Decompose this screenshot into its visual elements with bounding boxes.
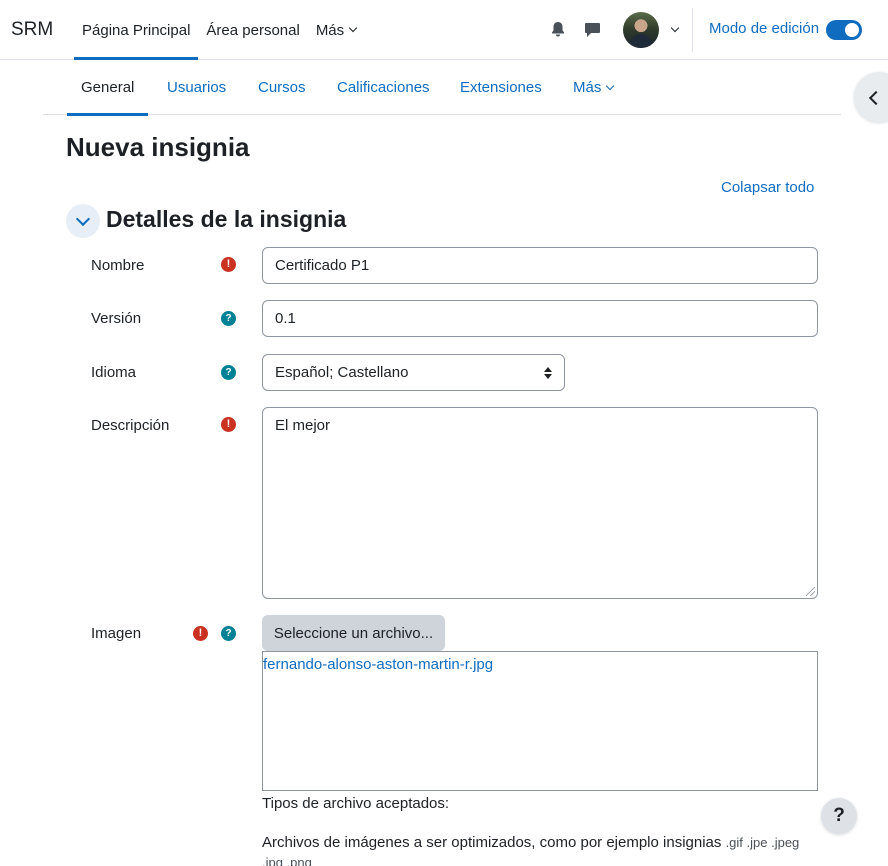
required-icon: !	[221, 417, 236, 432]
image-label: Imagen	[91, 625, 142, 642]
resize-handle-icon[interactable]	[806, 587, 815, 596]
accepted-types-text: Archivos de imágenes a ser optimizados, …	[262, 834, 722, 851]
accepted-types-description: Archivos de imágenes a ser optimizados, …	[262, 833, 822, 866]
secondary-navigation: General Usuarios Cursos Calificaciones E…	[43, 60, 841, 116]
version-input[interactable]: 0.1	[262, 300, 818, 337]
tab-general[interactable]: General	[67, 60, 149, 116]
select-arrows-icon	[544, 367, 552, 379]
collapse-all-link[interactable]: Colapsar todo	[721, 179, 814, 196]
chevron-down-icon[interactable]	[670, 23, 680, 33]
tab-courses[interactable]: Cursos	[258, 60, 306, 115]
help-icon[interactable]: ?	[221, 626, 236, 641]
file-link[interactable]: fernando-alonso-aston-martin-r.jpg	[263, 656, 493, 673]
description-label: Descripción	[91, 417, 170, 434]
help-button[interactable]: ?	[821, 798, 857, 834]
page-title: Nueva insignia	[66, 132, 250, 162]
nav-dashboard[interactable]: Área personal	[198, 0, 307, 60]
chevron-down-icon	[348, 23, 358, 33]
name-label: Nombre	[91, 257, 145, 274]
help-icon[interactable]: ?	[221, 365, 236, 380]
description-textarea[interactable]: El mejor	[262, 407, 818, 599]
section-title[interactable]: Detalles de la insignia	[106, 206, 346, 233]
top-navbar: SRM Página Principal Área personal Más M…	[0, 0, 888, 60]
description-text: El mejor	[275, 417, 331, 434]
navbar-divider	[692, 8, 693, 52]
tab-users[interactable]: Usuarios	[167, 60, 226, 115]
edit-mode-toggle[interactable]	[826, 20, 862, 40]
choose-file-button[interactable]: Seleccione un archivo...	[262, 615, 445, 651]
tab-more-label: Más	[573, 79, 602, 96]
language-select[interactable]: Español; Castellano	[262, 354, 565, 391]
file-dropzone[interactable]: fernando-alonso-aston-martin-r.jpg	[262, 651, 818, 791]
site-brand[interactable]: SRM	[11, 19, 53, 41]
tab-grades[interactable]: Calificaciones	[337, 60, 430, 115]
open-drawer-button[interactable]	[854, 72, 888, 122]
required-icon: !	[193, 626, 208, 641]
chevron-down-icon	[606, 81, 615, 90]
version-label: Versión	[91, 310, 142, 327]
name-input[interactable]: Certificado P1	[262, 247, 818, 284]
language-label: Idioma	[91, 364, 137, 381]
edit-mode-label: Modo de edición	[709, 20, 820, 37]
tab-more[interactable]: Más	[573, 60, 615, 115]
help-icon[interactable]: ?	[221, 311, 236, 326]
message-icon[interactable]	[584, 21, 601, 38]
section-collapse-icon[interactable]	[66, 204, 100, 238]
tab-plugins[interactable]: Extensiones	[460, 60, 542, 115]
nav-more[interactable]: Más	[308, 0, 364, 60]
required-icon: !	[221, 257, 236, 272]
language-select-value: Español; Castellano	[275, 364, 409, 381]
bell-icon[interactable]	[550, 21, 566, 38]
accepted-types-label: Tipos de archivo aceptados:	[262, 795, 450, 812]
nav-home[interactable]: Página Principal	[74, 0, 199, 60]
tab-general-label: General	[81, 79, 135, 96]
nav-more-label: Más	[315, 21, 345, 39]
user-avatar[interactable]	[623, 12, 659, 48]
primary-navigation: Página Principal Área personal Más	[74, 0, 364, 60]
